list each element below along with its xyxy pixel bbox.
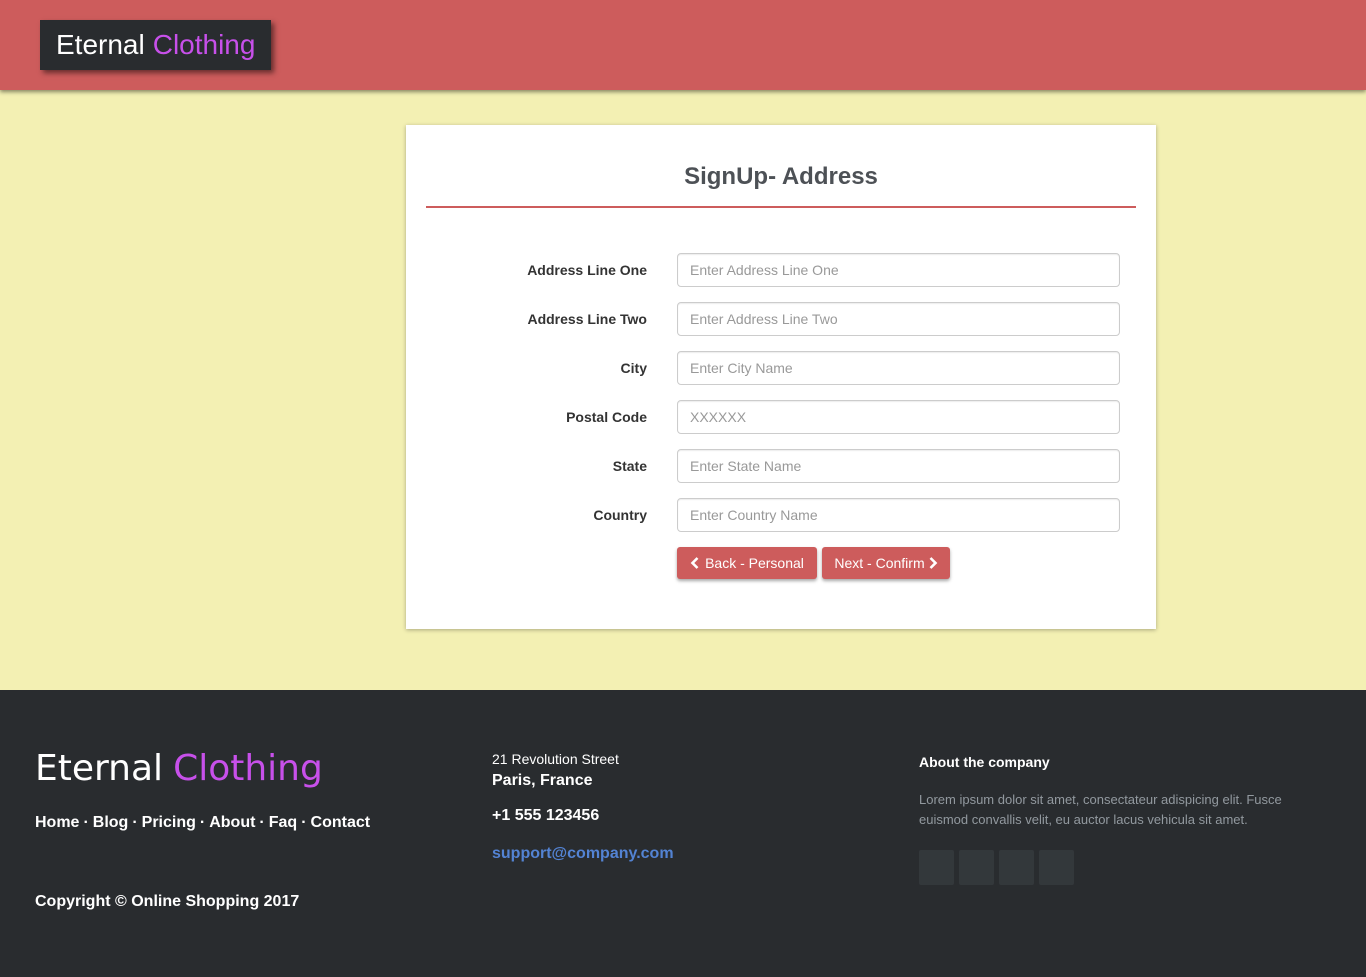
address-street: 21 Revolution Street: [492, 751, 619, 767]
country-row: Country: [406, 498, 1156, 532]
social-icon-1[interactable]: [919, 850, 954, 885]
next-button-label: Next - Confirm: [834, 555, 925, 571]
state-row: State: [406, 449, 1156, 483]
footer-link-separator: ·: [301, 814, 307, 831]
city-label: City: [620, 360, 647, 376]
address-line-two-row: Address Line Two: [406, 302, 1156, 336]
social-icon-3[interactable]: [999, 850, 1034, 885]
city-row: City: [406, 351, 1156, 385]
footer-link-home[interactable]: Home: [35, 814, 79, 831]
brand-logo[interactable]: Eternal Clothing: [40, 20, 272, 70]
form-title: SignUp- Address: [684, 163, 878, 190]
contact-phone: +1 555 123456: [492, 807, 600, 824]
footer-link-separator: ·: [199, 814, 206, 831]
footer-nav: Home · Blog · Pricing · About · Faq · Contact: [35, 814, 370, 832]
site-footer: Eternal Clothing Home · Blog · Pricing · About ·…: [0, 690, 1366, 977]
state-input[interactable]: [677, 449, 1120, 483]
chevron-right-icon: [929, 557, 937, 569]
next-confirm-button[interactable]: Next - Confirm: [822, 547, 950, 579]
footer-link-pricing[interactable]: Pricing: [142, 814, 196, 831]
chevron-left-icon: [690, 557, 699, 569]
footer-link-about[interactable]: About: [209, 814, 255, 831]
contact-email-link[interactable]: support@company.com: [492, 845, 674, 863]
about-company-heading: About the company: [919, 754, 1050, 770]
back-personal-button[interactable]: Back - Personal: [677, 547, 817, 579]
footer-link-blog[interactable]: Blog: [93, 814, 129, 831]
title-divider: [426, 206, 1136, 208]
address-city: Paris, France: [492, 772, 593, 789]
back-button-label: Back - Personal: [705, 555, 804, 571]
address-line-one-label: Address Line One: [527, 262, 647, 278]
footer-brand-second: Clothing: [173, 748, 323, 789]
country-input[interactable]: [677, 498, 1120, 532]
brand-name-second: Clothing: [152, 29, 256, 60]
city-input[interactable]: [677, 351, 1120, 385]
footer-link-contact[interactable]: Contact: [311, 814, 371, 831]
footer-brand-first: Eternal: [35, 748, 164, 789]
postal-code-row: Postal Code: [406, 400, 1156, 434]
address-line-one-input[interactable]: [677, 253, 1120, 287]
postal-code-label: Postal Code: [566, 409, 647, 425]
footer-link-separator: ·: [132, 814, 138, 831]
footer-brand-logo[interactable]: Eternal Clothing: [35, 748, 323, 789]
footer-link-separator: ·: [83, 814, 89, 831]
address-line-one-row: Address Line One: [406, 253, 1156, 287]
footer-link-faq[interactable]: Faq: [269, 814, 297, 831]
state-label: State: [612, 458, 647, 474]
copyright-text: Copyright © Online Shopping 2017: [35, 893, 300, 910]
social-icon-2[interactable]: [959, 850, 994, 885]
footer-link-separator: ·: [259, 814, 265, 831]
address-line-two-input[interactable]: [677, 302, 1120, 336]
postal-code-input[interactable]: [677, 400, 1120, 434]
about-company-text: Lorem ipsum dolor sit amet, consectateur…: [919, 792, 1282, 827]
social-icon-4[interactable]: [1039, 850, 1074, 885]
site-header: Eternal Clothing: [0, 0, 1366, 90]
signup-address-card: SignUp- Address Address Line One Address…: [406, 125, 1156, 629]
country-label: Country: [593, 507, 647, 523]
address-line-two-label: Address Line Two: [527, 311, 647, 327]
brand-name-first: Eternal: [56, 29, 145, 60]
